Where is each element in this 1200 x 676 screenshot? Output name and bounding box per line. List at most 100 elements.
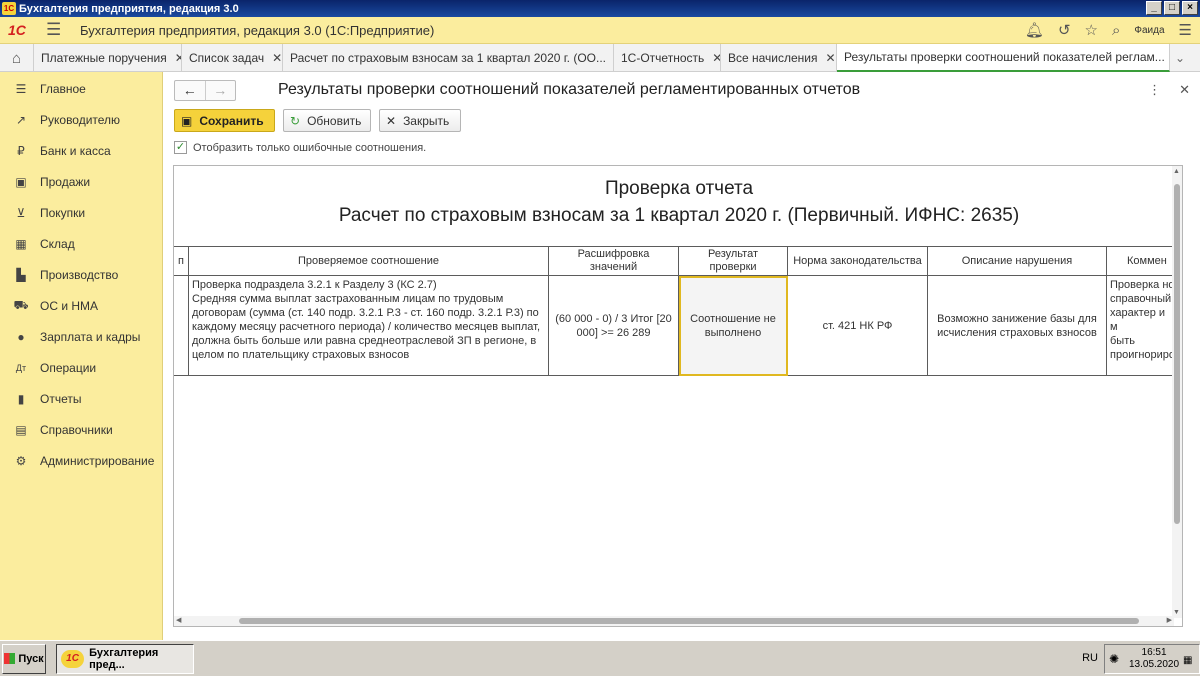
horizontal-scroll-thumb[interactable] bbox=[239, 618, 1139, 624]
tray-grid-icon[interactable]: ▦ bbox=[1183, 655, 1195, 667]
col-header-norm: Норма законодательства bbox=[787, 246, 928, 276]
app-title: Бухгалтерия предприятия, редакция 3.0 (1… bbox=[80, 22, 435, 38]
tab-label: 1С-Отчетность bbox=[621, 51, 705, 65]
sidebar-item-label: Справочники bbox=[40, 422, 113, 437]
windows-logo-icon bbox=[4, 653, 16, 664]
trend-icon: ↗ bbox=[15, 112, 27, 127]
close-button[interactable]: ✕ Закрыть bbox=[379, 109, 461, 132]
sidebar-item-label: ОС и НМА bbox=[40, 298, 99, 313]
taskbar-app-item[interactable]: 1С Бухгалтерия пред... bbox=[56, 643, 194, 674]
refresh-button[interactable]: ↻ Обновить bbox=[283, 109, 371, 132]
sidebar-item-salary[interactable]: ● Зарплата и кадры bbox=[0, 321, 162, 352]
sidebar-item-purchases[interactable]: ⊻ Покупки bbox=[0, 197, 162, 228]
start-label: Пуск bbox=[18, 652, 44, 665]
horizontal-scrollbar[interactable]: ◀ ▶ bbox=[174, 616, 1174, 626]
more-icon[interactable]: ⋮ bbox=[1148, 82, 1161, 98]
bell-icon[interactable]: 🔔︎ bbox=[1025, 21, 1044, 39]
tab-task-list[interactable]: Список задач ✕ bbox=[182, 44, 283, 72]
close-tab-icon[interactable]: ✕ bbox=[712, 51, 720, 65]
scroll-up-icon[interactable]: ▲ bbox=[1173, 168, 1180, 175]
sidebar-item-production[interactable]: ▙ Производство bbox=[0, 259, 162, 290]
sidebar-item-label: Администрирование bbox=[40, 453, 155, 468]
sidebar-item-main[interactable]: ☰ Главное bbox=[0, 73, 162, 104]
sidebar-item-warehouse[interactable]: ▦ Склад bbox=[0, 228, 162, 259]
sidebar-item-operations[interactable]: Дт Операции bbox=[0, 352, 162, 383]
close-window-button[interactable]: × bbox=[1182, 1, 1198, 15]
grid-icon: ▦ bbox=[15, 236, 27, 251]
tab-all-accruals[interactable]: Все начисления ✕ bbox=[721, 44, 837, 72]
tabs-more-icon[interactable]: ⌄ bbox=[1170, 44, 1190, 72]
main-menu-icon[interactable]: ☰ bbox=[46, 20, 66, 40]
scroll-down-icon[interactable]: ▼ bbox=[1173, 609, 1180, 616]
maximize-button[interactable]: □ bbox=[1164, 1, 1180, 15]
sidebar-item-reports[interactable]: ▮ Отчеты bbox=[0, 383, 162, 414]
tray-app-icon[interactable]: ✺ bbox=[1109, 652, 1125, 666]
star-icon[interactable]: ☆ bbox=[1085, 21, 1098, 39]
minimize-button[interactable]: _ bbox=[1146, 1, 1162, 15]
tab-payment-orders[interactable]: Платежные поручения ✕ bbox=[34, 44, 182, 72]
person-icon: ● bbox=[17, 329, 25, 344]
errors-only-checkbox-row[interactable]: ✓ Отобразить только ошибочные соотношени… bbox=[174, 141, 426, 154]
clock[interactable]: 16:51 13.05.2020 bbox=[1129, 647, 1179, 671]
sidebar-item-sales[interactable]: ▣ Продажи bbox=[0, 166, 162, 197]
logo-1c-icon: 1С bbox=[61, 649, 85, 668]
report-subtitle: Расчет по страховым взносам за 1 квартал… bbox=[338, 205, 1020, 226]
tab-label: Платежные поручения bbox=[41, 51, 167, 65]
start-button[interactable]: Пуск bbox=[2, 643, 46, 674]
cell-result[interactable]: Соотношение не выполнено bbox=[678, 275, 788, 376]
sidebar-item-directories[interactable]: ▤ Справочники bbox=[0, 414, 162, 445]
report-area[interactable]: Проверка отчета Расчет по страховым взно… bbox=[173, 165, 1183, 627]
table-row[interactable]: Проверка подраздела 3.2.1 к Разделу 3 (К… bbox=[174, 275, 1180, 376]
vertical-scroll-thumb[interactable] bbox=[1174, 184, 1180, 524]
history-icon[interactable]: ↺ bbox=[1058, 21, 1071, 39]
settings-menu-icon[interactable]: ☰ bbox=[1179, 21, 1192, 39]
scroll-left-icon[interactable]: ◀ bbox=[176, 616, 181, 624]
tab-label: Результаты проверки соотношений показате… bbox=[844, 50, 1165, 64]
sidebar-item-fixed-assets[interactable]: ⛟ ОС и НМА bbox=[0, 290, 162, 321]
sidebar-item-bank[interactable]: ₽ Банк и касса bbox=[0, 135, 162, 166]
errors-only-checkbox[interactable]: ✓ bbox=[174, 141, 187, 154]
cell-comment[interactable]: Проверка но справочный характер и м быть… bbox=[1105, 275, 1180, 376]
tab-1c-reporting[interactable]: 1С-Отчетность ✕ bbox=[614, 44, 721, 72]
app-header: 1С ☰ Бухгалтерия предприятия, редакция 3… bbox=[0, 17, 1200, 44]
col-header-violation: Описание нарушения bbox=[927, 246, 1107, 276]
save-button[interactable]: ▣ Сохранить bbox=[174, 109, 275, 132]
sidebar-item-label: Руководителю bbox=[40, 112, 121, 127]
search-icon[interactable]: ⌕ bbox=[1112, 22, 1120, 39]
sidebar-item-label: Склад bbox=[40, 236, 75, 251]
cell-relation[interactable]: Проверка подраздела 3.2.1 к Разделу 3 (К… bbox=[188, 275, 549, 376]
sidebar-item-admin[interactable]: ⚙ Администрирование bbox=[0, 445, 162, 476]
cell-violation[interactable]: Возможно занижение базы для исчисления с… bbox=[927, 275, 1107, 376]
close-tab-icon[interactable]: ✕ bbox=[826, 51, 836, 65]
header-tools: 🔔︎ ↺ ☆ ⌕ Фаида ☰ bbox=[1025, 21, 1192, 40]
language-indicator[interactable]: RU bbox=[1082, 652, 1098, 664]
vertical-scrollbar[interactable]: ▲ ▼ bbox=[1172, 166, 1182, 618]
close-tab-icon[interactable]: ✕ bbox=[272, 51, 282, 65]
floppy-icon: ▣ bbox=[181, 113, 193, 128]
sidebar: ☰ Главное ↗ Руководителю ₽ Банк и касса ▣ Пр… bbox=[0, 72, 163, 640]
logo-1c-icon: 1С bbox=[8, 22, 26, 38]
ruble-icon: ₽ bbox=[17, 143, 25, 158]
tab-insurance-report[interactable]: Расчет по страховым взносам за 1 квартал… bbox=[283, 44, 614, 72]
report-title: Проверка отчета bbox=[604, 178, 754, 199]
sidebar-item-manager[interactable]: ↗ Руководителю bbox=[0, 104, 162, 135]
tab-check-results[interactable]: Результаты проверки соотношений показате… bbox=[837, 44, 1170, 72]
close-icon[interactable]: ✕ bbox=[1179, 82, 1190, 98]
menu-icon: ☰ bbox=[15, 81, 27, 96]
dt-kt-icon: Дт bbox=[15, 362, 27, 373]
scroll-right-icon[interactable]: ▶ bbox=[1167, 616, 1172, 624]
home-icon[interactable]: ⌂ bbox=[0, 44, 34, 72]
user-name[interactable]: Фаида bbox=[1134, 25, 1164, 36]
bag-icon: ▣ bbox=[15, 174, 27, 189]
cell-decoding[interactable]: (60 000 - 0) / 3 Итог [20 000] >= 26 289 bbox=[548, 275, 679, 376]
tab-label: Список задач bbox=[189, 51, 265, 65]
col-header-num: п bbox=[174, 246, 189, 276]
forward-arrow-icon[interactable]: → bbox=[204, 81, 236, 100]
cell-norm[interactable]: ст. 421 НК РФ bbox=[787, 275, 928, 376]
back-arrow-icon[interactable]: ← bbox=[175, 81, 205, 100]
tab-bar: ⌂ Платежные поручения ✕ Список задач ✕ Рас… bbox=[0, 44, 1200, 72]
page-title: Результаты проверки соотношений показате… bbox=[278, 81, 861, 98]
window-title: Бухгалтерия предприятия, редакция 3.0 bbox=[19, 2, 239, 15]
cell-num bbox=[174, 275, 189, 376]
close-tab-icon[interactable]: ✕ bbox=[175, 51, 181, 65]
